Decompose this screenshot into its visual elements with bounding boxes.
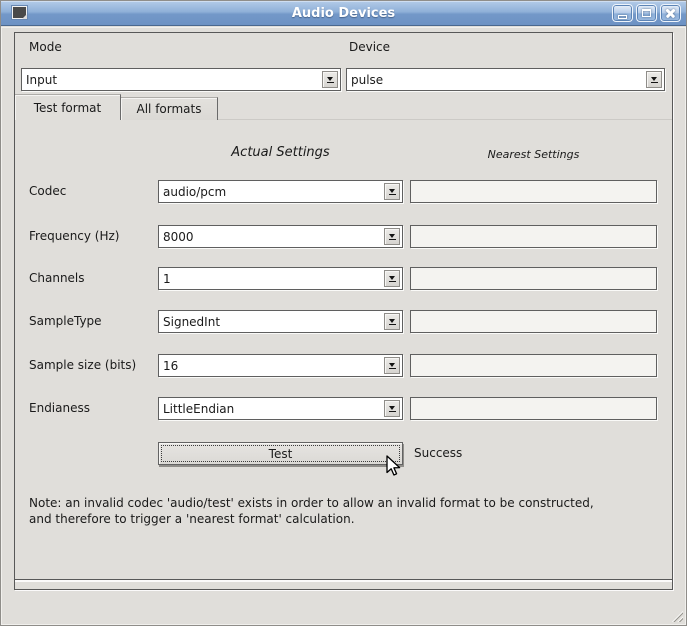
minimize-button[interactable] bbox=[612, 4, 633, 22]
device-label: Device bbox=[349, 40, 390, 55]
audio-devices-window: Audio Devices Mode Device Input pulse Te… bbox=[0, 0, 687, 626]
tab-all-formats[interactable]: All formats bbox=[121, 97, 218, 120]
tab-test-format-label: Test format bbox=[34, 101, 101, 115]
maximize-button[interactable] bbox=[636, 4, 657, 22]
mode-combobox[interactable]: Input bbox=[21, 68, 341, 91]
status-text: Success bbox=[414, 442, 462, 465]
device-combobox[interactable]: pulse bbox=[346, 68, 665, 91]
maximize-icon bbox=[642, 9, 651, 17]
tab-all-formats-label: All formats bbox=[137, 102, 202, 116]
note-line-2: and therefore to trigger a 'nearest form… bbox=[29, 511, 664, 527]
mode-combobox-value: Input bbox=[22, 73, 57, 87]
test-button-label: Test bbox=[161, 445, 400, 462]
tab-test-format[interactable]: Test format bbox=[15, 94, 121, 120]
test-button[interactable]: Test bbox=[158, 442, 403, 465]
minimize-icon bbox=[618, 15, 627, 19]
note-line-1: Note: an invalid codec 'audio/test' exis… bbox=[29, 495, 664, 511]
window-controls bbox=[612, 4, 681, 22]
titlebar[interactable]: Audio Devices bbox=[1, 1, 686, 26]
chevron-down-icon[interactable] bbox=[322, 71, 338, 88]
resize-grip[interactable] bbox=[669, 608, 683, 622]
note-text: Note: an invalid codec 'audio/test' exis… bbox=[29, 495, 664, 527]
mode-label: Mode bbox=[29, 40, 62, 55]
close-button[interactable] bbox=[660, 4, 681, 22]
window-title: Audio Devices bbox=[1, 6, 686, 21]
main-frame: Mode Device Input pulse Test format All … bbox=[14, 32, 673, 590]
chevron-down-icon[interactable] bbox=[646, 71, 662, 88]
close-icon bbox=[665, 8, 676, 19]
device-combobox-value: pulse bbox=[347, 73, 383, 87]
